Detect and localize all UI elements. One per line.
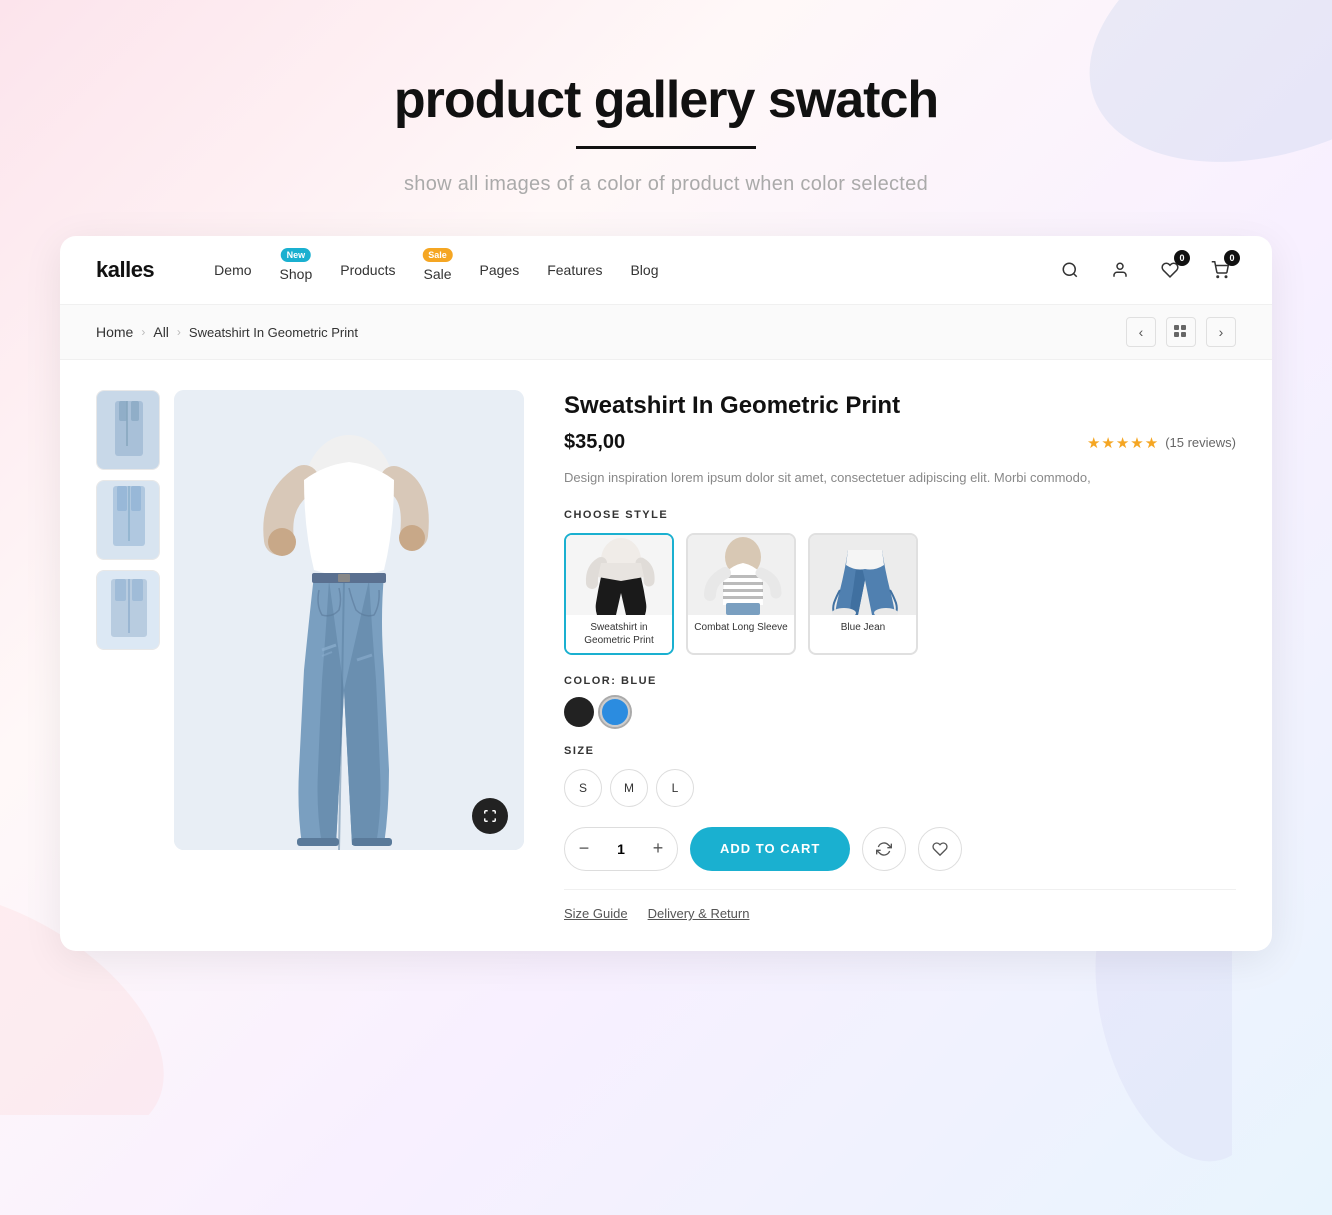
color-section-label: COLOR: BLUE <box>564 675 657 687</box>
nav-icons: 0 0 <box>1054 254 1236 286</box>
nav-logo[interactable]: kalles <box>96 257 154 283</box>
size-s-button[interactable]: S <box>564 769 602 807</box>
hero-underline <box>576 146 756 149</box>
nav-link-products[interactable]: Products <box>340 262 395 278</box>
nav-link-shop[interactable]: New Shop <box>280 258 313 282</box>
nav-link-blog[interactable]: Blog <box>630 262 658 278</box>
product-footer-links: Size Guide Delivery & Return <box>564 889 1236 921</box>
style-section-label: CHOOSE STYLE <box>564 509 1236 521</box>
style-card-blue-jean[interactable]: Blue Jean <box>808 533 918 655</box>
product-info: Sweatshirt In Geometric Print $35,00 ★★★… <box>564 390 1236 921</box>
hero-title: product gallery swatch <box>40 70 1292 130</box>
product-price: $35,00 <box>564 431 625 454</box>
review-count[interactable]: (15 reviews) <box>1165 435 1236 450</box>
nav-badge-new: New <box>281 248 312 262</box>
quantity-value: 1 <box>603 841 639 857</box>
size-guide-link[interactable]: Size Guide <box>564 906 628 921</box>
size-l-button[interactable]: L <box>656 769 694 807</box>
style-card-img-1 <box>566 535 672 615</box>
nav-link-demo[interactable]: Demo <box>214 262 251 278</box>
thumbnail-list <box>96 390 160 921</box>
nav-link-features[interactable]: Features <box>547 262 602 278</box>
hero-section: product gallery swatch show all images o… <box>0 50 1332 236</box>
nav-link-pages[interactable]: Pages <box>480 262 520 278</box>
grid-view-button[interactable] <box>1166 317 1196 347</box>
color-swatches <box>564 697 1236 727</box>
prev-product-button[interactable]: ‹ <box>1126 317 1156 347</box>
color-label-row: COLOR: BLUE <box>564 675 1236 687</box>
add-to-cart-row: − 1 + ADD TO CART <box>564 827 1236 871</box>
color-swatch-black[interactable] <box>564 697 594 727</box>
size-m-button[interactable]: M <box>610 769 648 807</box>
account-icon-button[interactable] <box>1104 254 1136 286</box>
breadcrumb-home[interactable]: Home <box>96 324 133 340</box>
breadcrumb-navigation: ‹ › <box>1126 317 1236 347</box>
nav-link-sale[interactable]: Sale Sale <box>423 258 451 282</box>
rating-stars: ★★★★★ <box>1087 434 1159 452</box>
breadcrumb-current: Sweatshirt In Geometric Print <box>189 325 358 340</box>
product-price-row: $35,00 ★★★★★ (15 reviews) <box>564 431 1236 454</box>
thumbnail-3[interactable] <box>96 570 160 650</box>
cart-count-badge: 0 <box>1224 250 1240 266</box>
quantity-increase-button[interactable]: + <box>639 827 677 871</box>
style-grid: Sweatshirt in Geometric Print <box>564 533 1236 655</box>
size-section-label: SIZE <box>564 745 1236 757</box>
breadcrumb-bar: Home › All › Sweatshirt In Geometric Pri… <box>60 305 1272 360</box>
wishlist-icon-button[interactable]: 0 <box>1154 254 1186 286</box>
wishlist-count-badge: 0 <box>1174 250 1190 266</box>
main-product-image <box>174 390 524 850</box>
wishlist-button[interactable] <box>918 827 962 871</box>
product-description: Design inspiration lorem ipsum dolor sit… <box>564 468 1236 489</box>
style-card-sweatshirt[interactable]: Sweatshirt in Geometric Print <box>564 533 674 655</box>
style-card-img-3 <box>810 535 916 615</box>
refresh-button[interactable] <box>862 827 906 871</box>
hero-subtitle: show all images of a color of product wh… <box>40 173 1292 196</box>
size-options: S M L <box>564 769 1236 807</box>
next-product-button[interactable]: › <box>1206 317 1236 347</box>
quantity-decrease-button[interactable]: − <box>565 827 603 871</box>
color-swatch-blue[interactable] <box>600 697 630 727</box>
expand-image-button[interactable] <box>472 798 508 834</box>
style-card-label-2: Combat Long Sleeve <box>688 615 794 640</box>
thumbnail-1[interactable] <box>96 390 160 470</box>
style-card-label-3: Blue Jean <box>810 615 916 640</box>
store-card: kalles Demo New Shop Products Sale Sale … <box>60 236 1272 951</box>
cart-icon-button[interactable]: 0 <box>1204 254 1236 286</box>
product-section: Sweatshirt In Geometric Print $35,00 ★★★… <box>60 360 1272 951</box>
breadcrumb-sep-2: › <box>177 325 181 339</box>
product-title: Sweatshirt In Geometric Print <box>564 390 1236 421</box>
size-section: SIZE S M L <box>564 745 1236 807</box>
store-nav: kalles Demo New Shop Products Sale Sale … <box>60 236 1272 305</box>
breadcrumb: Home › All › Sweatshirt In Geometric Pri… <box>96 324 358 340</box>
quantity-control: − 1 + <box>564 827 678 871</box>
style-card-label-1: Sweatshirt in Geometric Print <box>566 615 672 653</box>
nav-badge-sale: Sale <box>422 248 453 262</box>
nav-links: Demo New Shop Products Sale Sale Pages F <box>214 258 1054 282</box>
product-gallery <box>96 390 524 921</box>
breadcrumb-all[interactable]: All <box>153 324 169 340</box>
style-card-combat[interactable]: Combat Long Sleeve <box>686 533 796 655</box>
breadcrumb-sep-1: › <box>141 325 145 339</box>
search-icon-button[interactable] <box>1054 254 1086 286</box>
add-to-cart-button[interactable]: ADD TO CART <box>690 827 850 871</box>
thumbnail-2[interactable] <box>96 480 160 560</box>
delivery-return-link[interactable]: Delivery & Return <box>648 906 750 921</box>
style-card-img-2 <box>688 535 794 615</box>
product-rating: ★★★★★ (15 reviews) <box>1087 434 1236 452</box>
